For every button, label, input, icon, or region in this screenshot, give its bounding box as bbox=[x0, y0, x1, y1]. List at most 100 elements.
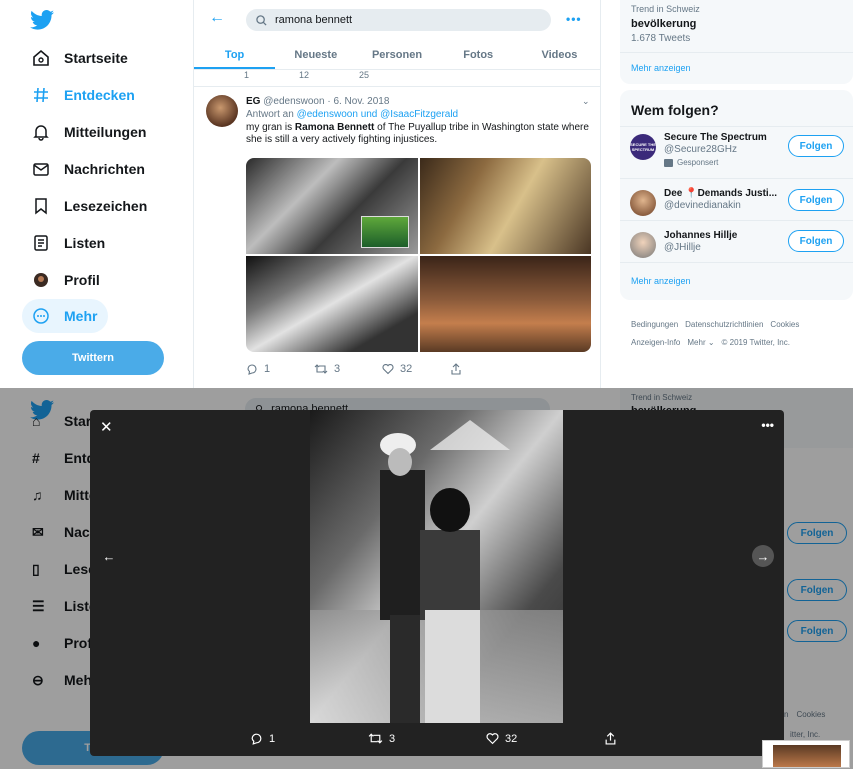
tweet-date[interactable]: 6. Nov. 2018 bbox=[333, 96, 389, 107]
nav-item-profile[interactable]: Profil bbox=[22, 263, 110, 297]
tweet[interactable]: EG @edenswoon · 6. Nov. 2018 ⌄ Antwort a… bbox=[194, 86, 600, 386]
share-button[interactable] bbox=[604, 732, 722, 745]
avatar[interactable] bbox=[206, 95, 238, 127]
trend-box[interactable]: Trend in Schweiz bevölkerung 1.678 Tweet… bbox=[620, 0, 853, 84]
suggestion-name[interactable]: Secure The Spectrum bbox=[664, 132, 767, 143]
twitter-logo-icon[interactable] bbox=[30, 10, 54, 30]
heart-icon bbox=[382, 364, 394, 375]
tweet-text-part: my gran is bbox=[246, 122, 295, 133]
tweet-actions: 1 3 32 bbox=[246, 363, 518, 375]
photo-content bbox=[310, 410, 563, 723]
tweet-button[interactable]: Twittern bbox=[22, 341, 164, 375]
lightbox-photo[interactable] bbox=[310, 410, 563, 723]
search-input[interactable]: ramona bennett bbox=[246, 9, 551, 31]
retweet-count[interactable]: 12 bbox=[299, 70, 309, 82]
nav-item-bookmarks[interactable]: Lesezeichen bbox=[22, 189, 157, 223]
tweet-author-name[interactable]: EG bbox=[246, 96, 260, 107]
share-button[interactable] bbox=[450, 363, 518, 375]
previous-photo-button[interactable]: ← bbox=[98, 545, 120, 567]
tweet-header: EG @edenswoon · 6. Nov. 2018 bbox=[246, 96, 390, 107]
home-icon bbox=[33, 49, 49, 66]
tweet-photo[interactable] bbox=[246, 256, 418, 352]
search-results-column: ← ramona bennett ••• Top Neueste Persone… bbox=[193, 0, 601, 388]
follow-button[interactable]: Folgen bbox=[788, 135, 844, 157]
footer-links: Bedingungen Datenschutzrichtlinien Cooki… bbox=[631, 320, 799, 329]
footer-link[interactable]: Mehr ⌄ bbox=[687, 338, 714, 347]
suggestion-name[interactable]: Johannes Hillje bbox=[664, 230, 737, 241]
tweet-author-handle[interactable]: @edenswoon bbox=[263, 96, 324, 107]
hashtag-icon bbox=[34, 87, 48, 103]
tweet-photo[interactable] bbox=[419, 158, 591, 254]
tweet-photo-grid bbox=[246, 158, 591, 352]
who-to-follow-title: Wem folgen? bbox=[631, 102, 719, 118]
tab-people[interactable]: Personen bbox=[356, 42, 437, 69]
footer-links: Anzeigen-Info Mehr ⌄ © 2019 Twitter, Inc… bbox=[631, 338, 790, 347]
twitter-search-page: Startseite Entdecken Mitteilungen Nachri… bbox=[0, 0, 853, 388]
more-options-icon[interactable]: ••• bbox=[566, 12, 582, 26]
trend-title[interactable]: bevölkerung bbox=[631, 18, 696, 30]
follow-button[interactable]: Folgen bbox=[788, 230, 844, 252]
nav-item-explore[interactable]: Entdecken bbox=[22, 78, 145, 112]
avatar-icon bbox=[34, 273, 48, 287]
avatar[interactable] bbox=[630, 190, 656, 216]
chevron-down-icon[interactable]: ⌄ bbox=[582, 96, 590, 107]
show-more-suggestions-link[interactable]: Mehr anzeigen bbox=[631, 276, 691, 286]
retweet-button[interactable]: 3 bbox=[314, 363, 382, 375]
nav-item-more[interactable]: Mehr bbox=[22, 299, 108, 333]
retweet-icon bbox=[368, 733, 383, 744]
tab-latest[interactable]: Neueste bbox=[275, 42, 356, 69]
next-photo-button[interactable]: → bbox=[752, 545, 774, 567]
tab-top[interactable]: Top bbox=[194, 42, 276, 69]
reply-button[interactable]: 1 bbox=[246, 363, 314, 375]
avatar[interactable] bbox=[630, 232, 656, 258]
thumbnail-image bbox=[773, 745, 841, 767]
nav-item-messages[interactable]: Nachrichten bbox=[22, 152, 155, 186]
show-more-trends-link[interactable]: Mehr anzeigen bbox=[631, 63, 691, 73]
arrow-left-icon: ← bbox=[102, 548, 116, 564]
nav-item-lists[interactable]: Listen bbox=[22, 226, 115, 260]
tab-photos[interactable]: Fotos bbox=[438, 42, 519, 69]
footer-link[interactable]: Datenschutzrichtlinien bbox=[685, 320, 763, 329]
like-button[interactable]: 32 bbox=[486, 732, 604, 745]
nav-item-notifications[interactable]: Mitteilungen bbox=[22, 115, 156, 149]
nav-item-label: Mehr bbox=[64, 308, 98, 324]
follow-suggestion[interactable]: SECURE THE SPECTRUM Secure The Spectrum … bbox=[630, 132, 850, 172]
photo-thumbnail-preview[interactable] bbox=[762, 740, 850, 768]
tweet-photo[interactable] bbox=[246, 158, 418, 254]
suggestion-handle: @devinedianakin bbox=[664, 200, 741, 211]
more-icon bbox=[33, 308, 49, 324]
reply-context: Antwort an @edenswoon und @IsaacFitzgera… bbox=[246, 109, 458, 120]
suggestion-name[interactable]: Dee 📍Demands Justi... bbox=[664, 188, 777, 199]
tweet-text-bold: Ramona Bennett bbox=[294, 122, 375, 133]
retweet-button[interactable]: 3 bbox=[368, 732, 486, 745]
share-icon bbox=[451, 363, 461, 375]
follow-suggestion[interactable]: Dee 📍Demands Justi... @devinedianakin Fo… bbox=[630, 188, 850, 228]
trend-count: 1.678 Tweets bbox=[631, 33, 691, 44]
footer-link[interactable]: Anzeigen-Info bbox=[631, 338, 680, 347]
follow-button[interactable]: Folgen bbox=[788, 189, 844, 211]
reply-mention[interactable]: @IsaacFitzgerald bbox=[380, 109, 458, 120]
suggestion-handle: @Secure28GHz bbox=[664, 144, 737, 155]
close-icon[interactable]: ✕ bbox=[100, 418, 113, 436]
mail-icon bbox=[33, 163, 49, 176]
reply-mention[interactable]: @edenswoon bbox=[297, 109, 358, 120]
tab-videos[interactable]: Videos bbox=[519, 42, 600, 69]
promoted-icon bbox=[664, 158, 673, 167]
nav-item-home[interactable]: Startseite bbox=[22, 41, 138, 75]
tweet-photo[interactable] bbox=[419, 256, 591, 352]
nav-item-label: Startseite bbox=[64, 50, 128, 66]
footer-link[interactable]: Bedingungen bbox=[631, 320, 678, 329]
reply-count[interactable]: 1 bbox=[244, 70, 249, 82]
back-arrow-icon[interactable]: ← bbox=[209, 9, 225, 27]
search-tabs: Top Neueste Personen Fotos Videos bbox=[194, 42, 600, 70]
nav-item-label: Listen bbox=[64, 235, 106, 251]
more-options-icon[interactable]: ••• bbox=[761, 418, 774, 432]
avatar[interactable]: SECURE THE SPECTRUM bbox=[630, 134, 656, 160]
reply-count: 1 bbox=[269, 732, 276, 745]
footer-link[interactable]: Cookies bbox=[770, 320, 799, 329]
like-count[interactable]: 25 bbox=[359, 70, 369, 82]
follow-suggestion[interactable]: Johannes Hillje @JHillje Folgen bbox=[630, 230, 850, 270]
like-button[interactable]: 32 bbox=[382, 363, 450, 375]
reply-button[interactable]: 1 bbox=[250, 732, 368, 745]
lightbox-actions: 1 3 32 bbox=[250, 732, 722, 745]
